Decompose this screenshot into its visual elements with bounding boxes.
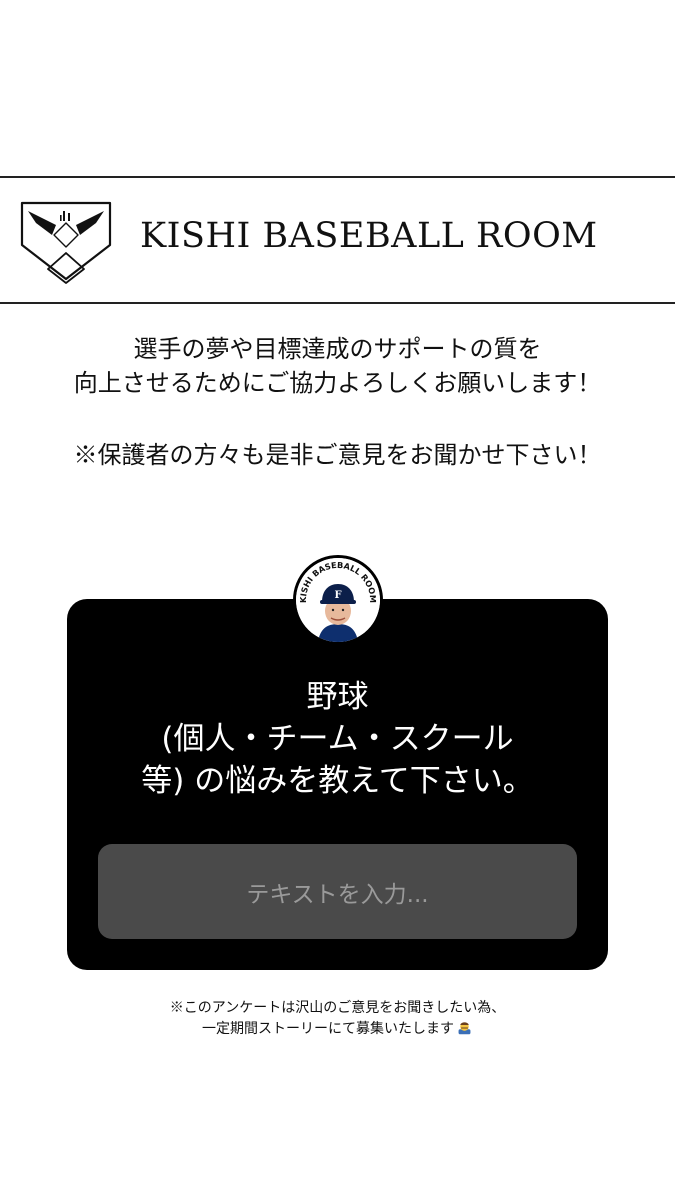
footer-note-line-1: ※このアンケートは沢山のご意見をお聞きしたい為、: [169, 1000, 506, 1016]
question-line-1: 野球: [306, 679, 369, 715]
answer-input[interactable]: テキストを入力...: [98, 844, 577, 939]
intro-spacer: [0, 400, 675, 438]
avatar-photo-icon: KISHI BASEBALL ROOM F: [296, 558, 380, 642]
avatar[interactable]: KISHI BASEBALL ROOM F: [293, 555, 383, 645]
bowing-person-emoji-icon: [458, 1022, 471, 1035]
brand-banner: KISHI BASEBALL ROOM: [0, 176, 675, 304]
baseball-diamond-logo-icon: [20, 201, 112, 284]
brand-name: KISHI BASEBALL ROOM: [140, 216, 598, 256]
question-text: 野球 (個人・チーム・スクール 等) の悩みを教えて下さい。: [67, 676, 608, 802]
footer-note-line-2-text: 一定期間ストーリーにて募集いたします: [202, 1021, 454, 1037]
answer-input-placeholder: テキストを入力...: [246, 881, 429, 908]
footer-note-line-2: 一定期間ストーリーにて募集いたします: [0, 1019, 675, 1040]
intro-line-3: ※保護者の方々も是非ご意見をお聞かせ下さい！: [73, 441, 602, 469]
footer-note: ※このアンケートは沢山のご意見をお聞きしたい為、 一定期間ストーリーにて募集いた…: [0, 998, 675, 1040]
question-line-3: 等) の悩みを教えて下さい。: [141, 763, 534, 799]
intro-line-1: 選手の夢や目標達成のサポートの質を: [133, 335, 542, 363]
avatar-cap-letter: F: [334, 590, 341, 601]
intro-message: 選手の夢や目標達成のサポートの質を 向上させるためにご協力よろしくお願いします！…: [0, 332, 675, 472]
question-line-2: (個人・チーム・スクール: [161, 721, 514, 757]
intro-line-2: 向上させるためにご協力よろしくお願いします！: [73, 369, 602, 397]
